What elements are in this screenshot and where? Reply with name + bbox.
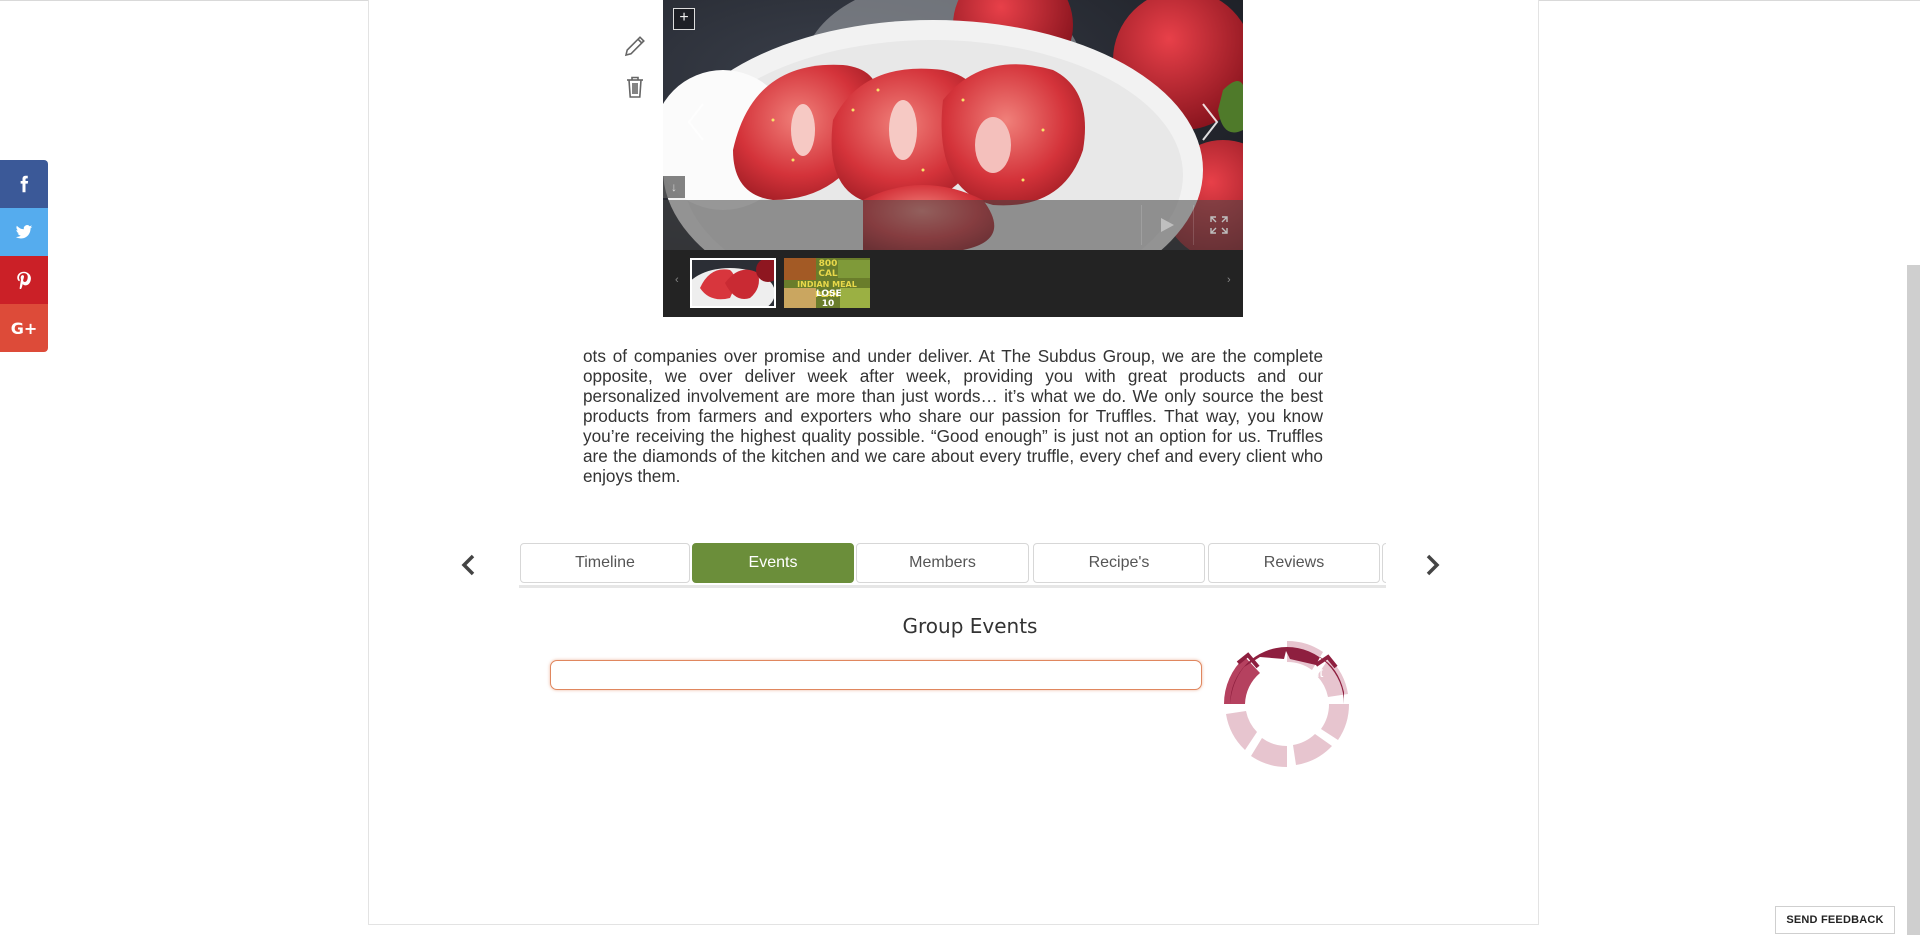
tab-recipes[interactable]: Recipe's	[1033, 543, 1205, 583]
add-event-button[interactable]	[1220, 637, 1354, 771]
trash-icon[interactable]	[621, 73, 649, 101]
event-input[interactable]	[550, 660, 1202, 690]
tab-members[interactable]: Members	[856, 543, 1029, 583]
tabs-next-arrow-icon[interactable]	[1418, 548, 1448, 582]
tabs-prev-arrow-icon[interactable]	[453, 548, 483, 582]
tab-events[interactable]: Events	[692, 543, 854, 583]
play-icon[interactable]	[1141, 205, 1192, 245]
gallery-add-button[interactable]: +	[673, 8, 695, 30]
tab-timeline[interactable]: Timeline	[520, 543, 690, 583]
thumbnail-meal-plan[interactable]: 800 CAL INDIAN MEAL PLAN LOSE 10 KGS	[784, 258, 870, 308]
social-share-bar: G+	[0, 160, 48, 352]
facebook-icon	[20, 175, 29, 193]
facebook-share-button[interactable]	[0, 160, 48, 208]
photo-gallery: + ↓ ‹ 800 CAL INDIAN MEAL PLAN LOSE 10 ›	[663, 0, 1243, 317]
group-description: ots of companies over promise and under …	[583, 346, 1323, 486]
thumbnail-lose-text: LOSE 10 KGS	[816, 289, 842, 308]
tab-reviews[interactable]: Reviews	[1208, 543, 1380, 583]
download-icon[interactable]: ↓	[663, 176, 685, 198]
add-event-label: Add Event	[1258, 664, 1324, 680]
gallery-prev-arrow-icon[interactable]	[683, 100, 711, 144]
fullscreen-icon[interactable]	[1193, 205, 1243, 245]
thumb-next-icon[interactable]: ›	[1227, 274, 1231, 286]
thumbnail-strawberries[interactable]	[690, 258, 776, 308]
googleplus-share-button[interactable]: G+	[0, 304, 48, 352]
gallery-thumbnail-strip: ‹ 800 CAL INDIAN MEAL PLAN LOSE 10 KGS ›	[663, 250, 1243, 317]
scrollbar[interactable]	[1907, 265, 1920, 935]
twitter-icon	[15, 225, 33, 239]
tab-bar: Timeline Events Members Recipe's Reviews	[519, 541, 1386, 588]
group-events-title: Group Events	[902, 614, 1038, 638]
thumbnail-cal-text: 800 CAL	[818, 259, 838, 279]
gallery-next-arrow-icon[interactable]	[1195, 100, 1223, 144]
twitter-share-button[interactable]	[0, 208, 48, 256]
thumb-prev-icon[interactable]: ‹	[675, 274, 679, 286]
pinterest-share-button[interactable]	[0, 256, 48, 304]
tab-overflow[interactable]	[1382, 543, 1386, 583]
edit-pencil-icon[interactable]	[621, 32, 649, 60]
send-feedback-button[interactable]: SEND FEEDBACK	[1775, 906, 1895, 934]
googleplus-icon: G+	[10, 318, 38, 338]
pinterest-icon	[17, 271, 31, 289]
